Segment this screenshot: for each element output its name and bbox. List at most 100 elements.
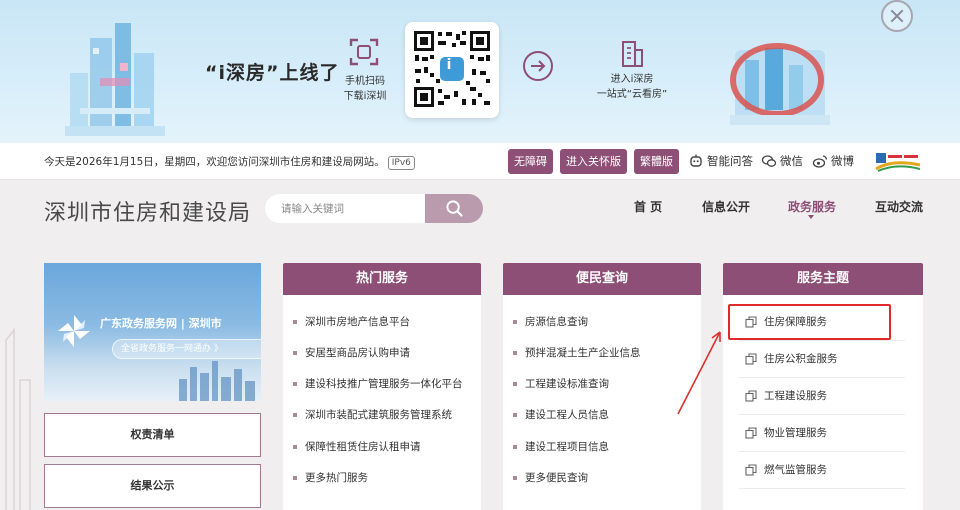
list-item-label: 预拌混凝土生产企业信息 bbox=[525, 347, 641, 359]
list-item-label: 工程建设标准查询 bbox=[525, 378, 609, 390]
copy-icon bbox=[745, 389, 757, 402]
wechat-icon bbox=[761, 155, 777, 167]
list-item[interactable]: 建设工程项目信息 bbox=[513, 439, 609, 454]
bullet-icon bbox=[293, 319, 297, 324]
list-item-label: 安居型商品房认购申请 bbox=[305, 347, 410, 359]
theme-label: 燃气监管服务 bbox=[764, 464, 827, 476]
power-responsibility-list-button[interactable]: 权责清单 bbox=[44, 413, 261, 457]
site-search bbox=[265, 194, 483, 223]
scan-icon bbox=[349, 38, 379, 66]
wechat-label: 微信 bbox=[780, 154, 803, 168]
enter-ishenfang-text: 进入i深房 一站式“云看房” bbox=[584, 72, 680, 102]
service-themes-title: 服务主题 bbox=[723, 263, 923, 295]
welcome-message: 今天是2026年1月15日，星期四，欢迎您访问深圳市住房和建设局网站。 IPv6 bbox=[44, 154, 415, 170]
banner-headline: “i深房”上线了 bbox=[205, 62, 340, 84]
welcome-text: 今天是2026年1月15日，星期四，欢迎您访问深圳市住房和建设局网站。 bbox=[44, 156, 385, 168]
close-banner-button[interactable] bbox=[881, 0, 913, 32]
shenzhen-city-logo bbox=[875, 153, 921, 172]
utility-bar: 今天是2026年1月15日，星期四，欢迎您访问深圳市住房和建设局网站。 IPv6 … bbox=[0, 143, 960, 180]
ishenfang-app-illustration bbox=[730, 43, 830, 125]
hot-services-panel: 热门服务 深圳市房地产信息平台 安居型商品房认购申请 建设科技推广管理服务一体化… bbox=[283, 263, 481, 510]
city-skyline-icon bbox=[179, 361, 255, 401]
nav-gov-services[interactable]: 政务服务 bbox=[788, 198, 836, 215]
more-hot-services-link[interactable]: 更多热门服务 bbox=[293, 470, 368, 485]
bullet-icon bbox=[513, 319, 517, 324]
scan-line1: 手机扫码 bbox=[345, 76, 385, 87]
guangdong-gov-logo bbox=[58, 315, 90, 347]
bullet-icon bbox=[513, 412, 517, 417]
bullet-icon bbox=[293, 381, 297, 386]
traditional-chinese-button[interactable]: 繁體版 bbox=[634, 149, 679, 174]
theme-gas-supervision[interactable]: 燃气监管服务 bbox=[739, 451, 905, 489]
hot-services-title: 热门服务 bbox=[283, 263, 481, 295]
bullet-icon bbox=[293, 475, 297, 480]
ai-qa-link[interactable]: 智能问答 bbox=[688, 153, 753, 169]
list-item-label: 更多热门服务 bbox=[305, 472, 368, 484]
list-item[interactable]: 建设科技推广管理服务一体化平台 bbox=[293, 376, 463, 391]
list-item[interactable]: 深圳市装配式建筑服务管理系统 bbox=[293, 407, 452, 422]
nav-home[interactable]: 首 页 bbox=[634, 198, 662, 215]
theme-housing-fund[interactable]: 住房公积金服务 bbox=[739, 340, 905, 378]
nav-interaction[interactable]: 互动交流 bbox=[875, 198, 923, 215]
service-themes-panel: 服务主题 住房保障服务 住房公积金服务 工程建设服务 物业管理服务 燃气监管服务 bbox=[723, 263, 923, 510]
care-mode-button[interactable]: 进入关怀版 bbox=[560, 149, 627, 174]
active-nav-indicator bbox=[808, 215, 814, 219]
weibo-label: 微博 bbox=[831, 154, 854, 168]
list-item-label: 房源信息查询 bbox=[525, 316, 588, 328]
more-public-query-link[interactable]: 更多便民查询 bbox=[513, 470, 588, 485]
list-item[interactable]: 深圳市房地产信息平台 bbox=[293, 314, 410, 329]
list-item[interactable]: 保障性租赁住房认租申请 bbox=[293, 439, 421, 454]
building-icon bbox=[622, 41, 643, 67]
robot-icon bbox=[690, 154, 702, 167]
copy-icon bbox=[745, 352, 757, 365]
list-item-label: 深圳市房地产信息平台 bbox=[305, 316, 410, 328]
skyline-decoration bbox=[5, 327, 31, 510]
scan-line2: 下载i深圳 bbox=[343, 91, 387, 102]
guangdong-gov-service-banner[interactable]: 广东政务服务网 | 深圳市 全省政务服务一网通办 》 bbox=[44, 263, 261, 401]
public-query-title: 便民查询 bbox=[503, 263, 701, 295]
site-title[interactable]: 深圳市住房和建设局 bbox=[44, 195, 251, 227]
bullet-icon bbox=[513, 444, 517, 449]
list-item[interactable]: 房源信息查询 bbox=[513, 314, 588, 329]
list-item[interactable]: 建设工程人员信息 bbox=[513, 407, 609, 422]
list-item-label: 建设科技推广管理服务一体化平台 bbox=[305, 378, 463, 390]
list-item-label: 更多便民查询 bbox=[525, 472, 588, 484]
result-publicity-button[interactable]: 结果公示 bbox=[44, 464, 261, 508]
search-icon bbox=[446, 200, 463, 217]
wechat-link[interactable]: 微信 bbox=[761, 153, 803, 169]
list-item-label: 建设工程项目信息 bbox=[525, 441, 609, 453]
bullet-icon bbox=[293, 444, 297, 449]
bullet-icon bbox=[293, 412, 297, 417]
search-button[interactable] bbox=[425, 194, 483, 223]
list-item[interactable]: 工程建设标准查询 bbox=[513, 376, 609, 391]
list-item-label: 深圳市装配式建筑服务管理系统 bbox=[305, 409, 452, 421]
bullet-icon bbox=[513, 350, 517, 355]
copy-icon bbox=[745, 463, 757, 476]
list-item[interactable]: 预拌混凝土生产企业信息 bbox=[513, 345, 641, 360]
theme-property-management[interactable]: 物业管理服务 bbox=[739, 414, 905, 452]
scan-download-text: 手机扫码 下载i深圳 bbox=[334, 74, 396, 104]
theme-engineering-construction[interactable]: 工程建设服务 bbox=[739, 377, 905, 415]
city-illustration bbox=[65, 23, 165, 136]
ai-qa-label: 智能问答 bbox=[707, 154, 753, 168]
nav-info-disclosure[interactable]: 信息公开 bbox=[702, 198, 750, 215]
enter-line1: 进入i深房 bbox=[610, 74, 654, 85]
bullet-icon bbox=[513, 475, 517, 480]
arrow-right-circle-icon bbox=[523, 51, 553, 81]
list-item-label: 保障性租赁住房认租申请 bbox=[305, 441, 421, 453]
promo-banner[interactable]: “i深房”上线了 手机扫码 下载i深圳 i 进入i深房 一站式“云看房” bbox=[0, 0, 960, 143]
list-item[interactable]: 安居型商品房认购申请 bbox=[293, 345, 410, 360]
weibo-icon bbox=[812, 155, 828, 168]
highlight-annotation-box bbox=[728, 304, 891, 340]
weibo-link[interactable]: 微博 bbox=[812, 153, 854, 169]
gd-service-title: 广东政务服务网 | 深圳市 bbox=[100, 317, 222, 330]
theme-label: 住房公积金服务 bbox=[764, 353, 838, 365]
enter-line2: 一站式“云看房” bbox=[596, 89, 668, 100]
search-input[interactable] bbox=[265, 194, 425, 223]
theme-label: 工程建设服务 bbox=[764, 390, 827, 402]
bullet-icon bbox=[513, 381, 517, 386]
list-item-label: 建设工程人员信息 bbox=[525, 409, 609, 421]
accessibility-button[interactable]: 无障碍 bbox=[508, 149, 553, 174]
gd-service-slogan[interactable]: 全省政务服务一网通办 》 bbox=[112, 339, 261, 359]
annotation-arrow-icon bbox=[677, 331, 721, 415]
